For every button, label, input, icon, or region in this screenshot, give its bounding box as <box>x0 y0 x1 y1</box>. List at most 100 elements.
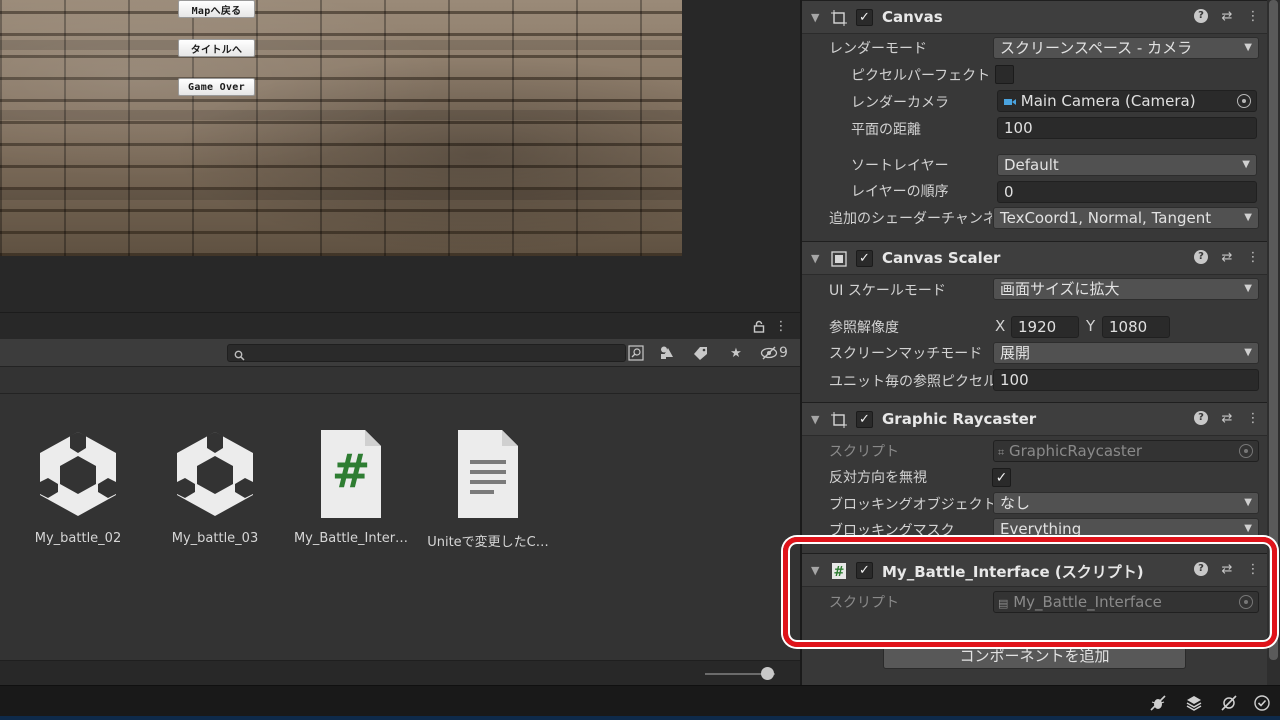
asset-grid: My_battle_02 My_battle_03 # My_Battle_In… <box>0 394 800 660</box>
component-title: Canvas Scaler <box>882 249 1001 267</box>
reference-resolution-x-field[interactable]: 1920 <box>1011 316 1079 338</box>
project-tab-bar: ⋮ <box>0 313 800 339</box>
canvas-component-header[interactable]: ▼ ✓ Canvas ? ⇄ ⋮ <box>802 0 1268 34</box>
y-axis-label: Y <box>1086 317 1096 335</box>
script-small-icon: ⌗ <box>998 446 1005 459</box>
blocking-objects-dropdown[interactable]: なし ▼ <box>993 492 1259 514</box>
sort-layer-label: ソートレイヤー <box>851 158 949 174</box>
reference-pixels-per-unit-field[interactable]: 100 <box>993 369 1259 391</box>
render-camera-label: レンダーカメラ <box>851 95 949 111</box>
search-input[interactable] <box>228 348 625 365</box>
help-icon[interactable]: ? <box>1194 250 1208 264</box>
reference-resolution-y-field[interactable]: 1080 <box>1102 316 1170 338</box>
asset-item[interactable]: # My_Battle_Inter… <box>286 394 416 564</box>
inspector-scrollbar-thumb[interactable] <box>1269 0 1278 660</box>
script-label: スクリプト <box>829 444 899 460</box>
search-icon <box>234 346 245 365</box>
canvas-scaler-component-header[interactable]: ▼ ✓ Canvas Scaler ? ⇄ ⋮ <box>802 241 1268 275</box>
chevron-down-icon: ▼ <box>1244 42 1252 53</box>
shader-channels-value: TexCoord1, Normal, Tangent <box>1000 209 1212 227</box>
foldout-arrow-icon[interactable]: ▼ <box>811 564 819 577</box>
preset-icon[interactable]: ⇄ <box>1220 250 1234 265</box>
my-battle-interface-component-header[interactable]: ▼ # ✓ My_Battle_Interface (スクリプト) ? ⇄ ⋮ <box>802 553 1268 587</box>
preset-icon[interactable]: ⇄ <box>1220 9 1234 24</box>
blocking-mask-dropdown[interactable]: Everything ▼ <box>993 518 1259 540</box>
auto-generate-lighting-icon[interactable] <box>1218 692 1240 714</box>
ui-scale-mode-label: UI スケールモード <box>829 283 946 299</box>
component-menu-icon[interactable]: ⋮ <box>1246 411 1260 426</box>
pixel-perfect-label: ピクセルパーフェクト <box>851 68 991 84</box>
component-header-icons: ? ⇄ ⋮ <box>1194 9 1260 24</box>
inspector-panel: ▼ ✓ Canvas ? ⇄ ⋮ レンダーモード スクリーンスペース - カメラ… <box>800 0 1280 685</box>
canvas-enabled-checkbox[interactable]: ✓ <box>856 9 873 26</box>
foldout-arrow-icon[interactable]: ▼ <box>811 252 819 265</box>
graphic-raycaster-enabled-checkbox[interactable]: ✓ <box>856 411 873 428</box>
search-field[interactable] <box>227 344 626 365</box>
chevron-down-icon: ▼ <box>1244 347 1252 358</box>
render-mode-value: スクリーンスペース - カメラ <box>1000 39 1193 57</box>
script-hash-glyph: # <box>331 444 371 498</box>
help-icon[interactable]: ? <box>1194 562 1208 576</box>
to-title-button[interactable]: タイトルへ <box>178 39 255 57</box>
canvas-scaler-enabled-checkbox[interactable]: ✓ <box>856 250 873 267</box>
sort-layer-dropdown[interactable]: Default ▼ <box>997 154 1257 176</box>
breadcrumb-bar <box>0 367 800 394</box>
graphic-raycaster-component-header[interactable]: ▼ ✓ Graphic Raycaster ? ⇄ ⋮ <box>802 402 1268 436</box>
shader-channels-dropdown[interactable]: TexCoord1, Normal, Tangent ▼ <box>993 207 1259 229</box>
floor-texture-stripe <box>0 40 682 50</box>
render-camera-field[interactable]: Main Camera (Camera) <box>997 90 1257 112</box>
component-menu-icon[interactable]: ⋮ <box>1246 9 1260 24</box>
search-by-type-icon[interactable] <box>625 342 647 364</box>
filter-by-label-icon[interactable] <box>689 342 711 364</box>
check-status-icon[interactable] <box>1251 692 1273 714</box>
chevron-down-icon: ▼ <box>1244 283 1252 294</box>
add-component-button[interactable]: コンポーネントを追加 <box>883 641 1186 669</box>
shader-channels-label: 追加のシェーダーチャンネル <box>829 211 992 227</box>
favorites-star-icon[interactable]: ★ <box>725 342 747 364</box>
asset-item[interactable]: My_battle_03 <box>150 394 280 564</box>
preset-icon[interactable]: ⇄ <box>1220 411 1234 426</box>
icon-size-slider-thumb[interactable] <box>761 667 774 680</box>
blocking-objects-value: なし <box>1000 494 1031 512</box>
help-icon[interactable]: ? <box>1194 9 1208 23</box>
asset-item[interactable]: Uniteで変更したC… <box>423 394 553 564</box>
game-viewport[interactable]: Mapへ戻る タイトルへ Game Over <box>0 0 682 256</box>
render-mode-dropdown[interactable]: スクリーンスペース - カメラ ▼ <box>993 37 1259 59</box>
asset-item[interactable]: My_battle_02 <box>13 394 143 564</box>
preset-icon[interactable]: ⇄ <box>1220 562 1234 577</box>
hidden-packages-icon[interactable]: 9 <box>760 342 794 364</box>
x-axis-label: X <box>995 317 1006 335</box>
panel-menu-icon[interactable]: ⋮ <box>770 315 792 337</box>
project-toolbar: ★ 9 <box>0 339 800 367</box>
order-in-layer-field[interactable]: 0 <box>997 181 1257 203</box>
camera-icon <box>1004 99 1016 105</box>
chevron-down-icon: ▼ <box>1244 497 1252 508</box>
component-menu-icon[interactable]: ⋮ <box>1246 562 1260 577</box>
back-to-map-button[interactable]: Mapへ戻る <box>178 0 255 18</box>
foldout-arrow-icon[interactable]: ▼ <box>811 11 819 24</box>
debug-mode-icon[interactable] <box>1147 692 1169 714</box>
object-picker-icon <box>1239 444 1253 458</box>
ignore-reversed-graphics-checkbox[interactable]: ✓ <box>992 468 1011 487</box>
component-menu-icon[interactable]: ⋮ <box>1246 250 1260 265</box>
layers-icon[interactable] <box>1183 692 1205 714</box>
object-picker-icon[interactable] <box>1237 94 1251 108</box>
lock-icon[interactable] <box>748 315 770 337</box>
plane-distance-field[interactable]: 100 <box>997 117 1257 139</box>
my-battle-interface-script-field: ▤ My_Battle_Interface <box>993 591 1259 613</box>
raycaster-script-value: GraphicRaycaster <box>1008 442 1143 460</box>
component-title: My_Battle_Interface (スクリプト) <box>882 563 1144 581</box>
screen-match-mode-dropdown[interactable]: 展開 ▼ <box>993 342 1259 364</box>
component-header-icons: ? ⇄ ⋮ <box>1194 562 1260 577</box>
chevron-down-icon: ▼ <box>1242 159 1250 170</box>
script-small-icon: ▤ <box>998 597 1009 610</box>
pixel-perfect-checkbox[interactable] <box>995 65 1014 84</box>
help-icon[interactable]: ? <box>1194 411 1208 425</box>
foldout-arrow-icon[interactable]: ▼ <box>811 413 819 426</box>
inspector-scrollbar[interactable] <box>1267 0 1280 685</box>
ui-scale-mode-dropdown[interactable]: 画面サイズに拡大 ▼ <box>993 278 1259 300</box>
filter-by-type-icon[interactable] <box>656 342 678 364</box>
canvas-icon <box>830 9 848 27</box>
my-battle-interface-enabled-checkbox[interactable]: ✓ <box>856 562 873 579</box>
game-over-button[interactable]: Game Over <box>178 78 255 96</box>
